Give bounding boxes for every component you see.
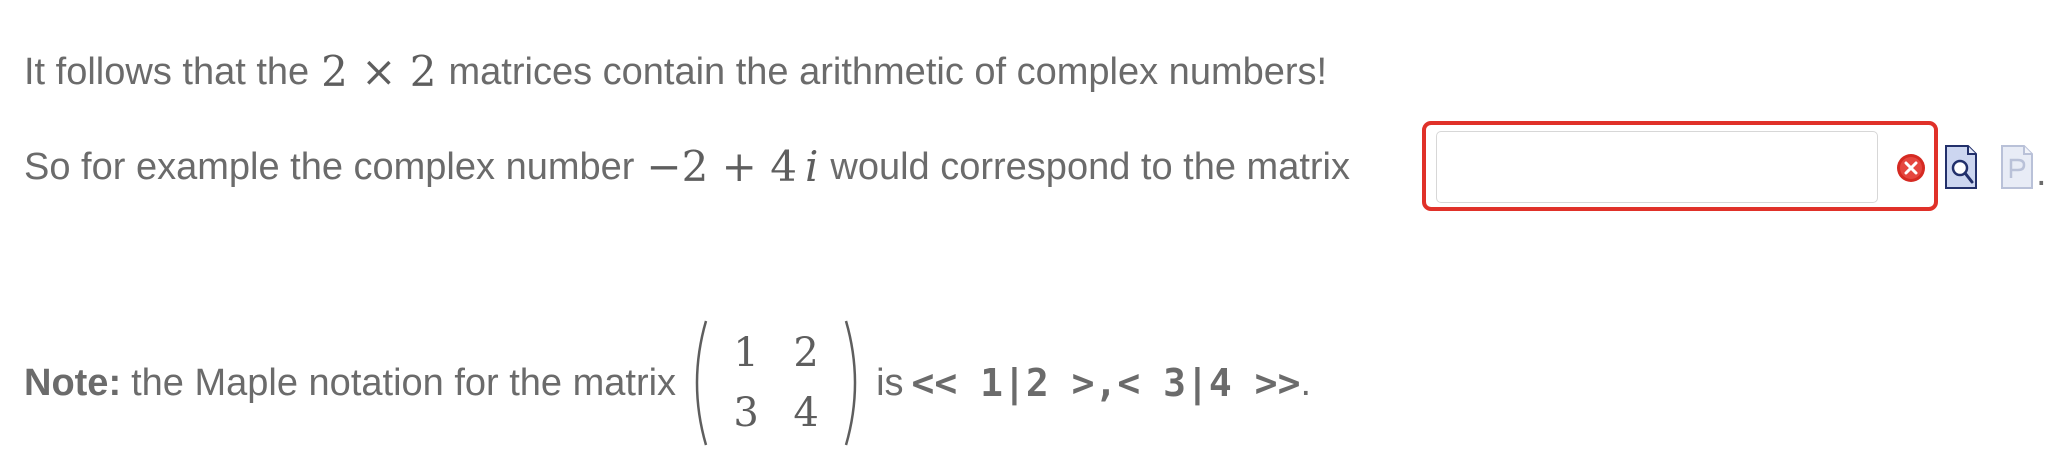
trailing-period: . (2036, 152, 2047, 194)
note-text: the Maple notation for the matrix (131, 362, 677, 404)
line2-text-before: So for example the complex number (24, 146, 635, 188)
line1-math: 2 × 2 (321, 47, 437, 96)
line1-text-before: It follows that the (24, 51, 310, 93)
line2-math-imaginary: i (804, 142, 819, 191)
example-matrix: 1 2 3 4 (686, 318, 866, 448)
paragraph-line-2: So for example the complex number −2 + 4… (24, 145, 1350, 189)
matrix-cell: 3 (733, 390, 759, 436)
paragraph-line-1: It follows that the 2 × 2 matrices conta… (24, 50, 1327, 94)
line2-math-number: −2 + 4 (646, 142, 797, 191)
answer-field-container (1422, 121, 1938, 211)
note-is: is (876, 362, 904, 404)
line1-text-after: matrices contain the arithmetic of compl… (448, 51, 1328, 93)
line2-text-after: would correspond to the matrix (830, 146, 1350, 188)
preview-magnifier-icon[interactable] (1944, 144, 1978, 190)
matrix-cell: 1 (733, 330, 759, 376)
note-label: Note: (24, 362, 122, 404)
right-paren-icon (844, 320, 857, 446)
note-line: Note: the Maple notation for the matrix … (24, 318, 1311, 448)
note-end-period: . (1300, 362, 1312, 404)
answer-input[interactable] (1436, 131, 1878, 203)
syntax-help-icon (2001, 145, 2033, 189)
matrix-cell: 2 (793, 330, 819, 376)
maple-notation-code: << 1|2 >,< 3|4 >> (911, 361, 1301, 405)
error-x-icon (1897, 154, 1925, 182)
left-paren-icon (695, 320, 708, 446)
matrix-cell: 4 (793, 390, 819, 436)
